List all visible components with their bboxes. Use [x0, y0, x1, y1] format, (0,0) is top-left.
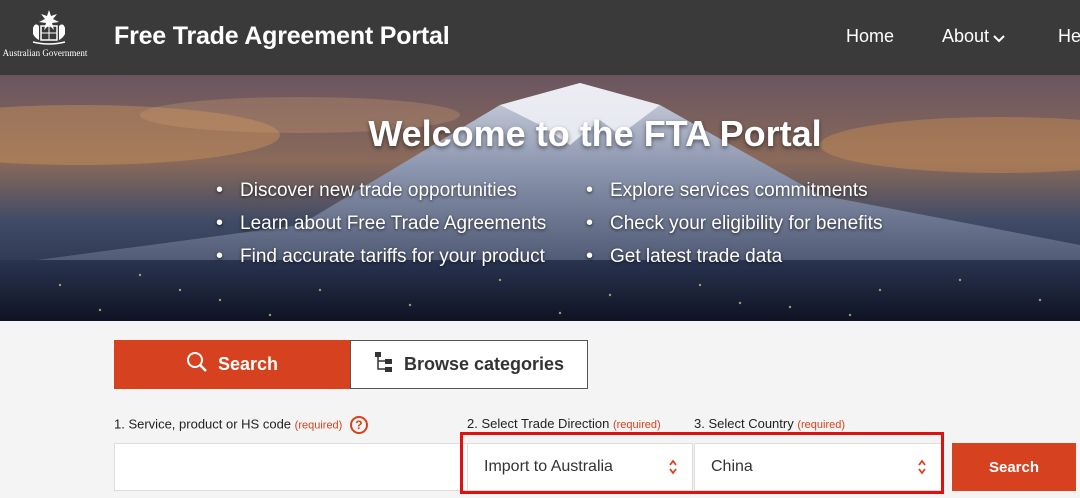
- hero-bullet: Explore services commitments: [586, 179, 882, 212]
- product-search-input[interactable]: [114, 443, 468, 491]
- hero-banner: Welcome to the FTA Portal Discover new t…: [0, 75, 1080, 321]
- hero-bullet: Get latest trade data: [586, 245, 882, 278]
- hero-bullets-left: Discover new trade opportunities Learn a…: [216, 179, 546, 278]
- hero-bullet: Check your eligibility for benefits: [586, 212, 882, 245]
- site-title[interactable]: Free Trade Agreement Portal: [114, 22, 450, 51]
- help-icon[interactable]: ?: [349, 416, 368, 434]
- tab-browse-categories[interactable]: Browse categories: [350, 340, 588, 389]
- nav-about[interactable]: About: [942, 26, 1005, 48]
- product-field-label: 1. Service, product or HS code (required…: [114, 416, 368, 434]
- australian-government-logo[interactable]: Australian Government: [0, 8, 98, 68]
- hero-bullets-right: Explore services commitments Check your …: [586, 179, 882, 278]
- coat-of-arms-icon: [32, 10, 66, 45]
- nav-about-label: About: [942, 26, 990, 46]
- tab-search[interactable]: Search: [114, 340, 350, 389]
- search-icon: [186, 351, 208, 378]
- hero-bullet: Find accurate tariffs for your product: [216, 245, 546, 278]
- hero-title: Welcome to the FTA Portal: [368, 113, 822, 154]
- tab-browse-label: Browse categories: [403, 354, 565, 374]
- top-navbar: Australian Government Free Trade Agreeme…: [0, 0, 1080, 75]
- chevron-down-icon: [993, 27, 1005, 48]
- nav-home[interactable]: Home: [846, 26, 894, 47]
- tab-search-label: Search: [217, 354, 279, 374]
- hero-bullet: Learn about Free Trade Agreements: [216, 212, 546, 245]
- search-submit-button[interactable]: Search: [952, 443, 1076, 491]
- logo-text: Australian Government: [2, 48, 88, 58]
- tree-structure-icon: [374, 351, 394, 378]
- highlight-annotation-box: [460, 432, 944, 494]
- direction-field-label: 2. Select Trade Direction (required): [467, 416, 661, 431]
- hero-bullet: Discover new trade opportunities: [216, 179, 546, 212]
- country-field-label: 3. Select Country (required): [694, 416, 846, 431]
- nav-help[interactable]: He: [1058, 26, 1080, 47]
